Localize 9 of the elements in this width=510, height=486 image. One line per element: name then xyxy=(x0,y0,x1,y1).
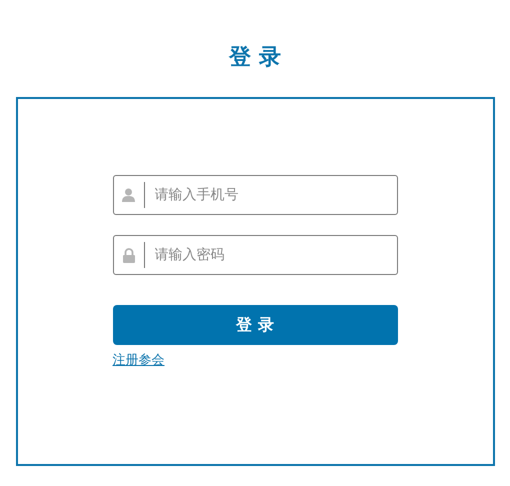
phone-input[interactable]: 请输入手机号 xyxy=(144,177,396,213)
password-input[interactable]: 请输入密码 xyxy=(144,237,396,273)
password-field[interactable]: 请输入密码 xyxy=(112,235,398,275)
phone-field[interactable]: 请输入手机号 xyxy=(112,175,398,215)
login-button[interactable]: 登 录 xyxy=(112,305,398,345)
register-link[interactable]: 注册参会 xyxy=(112,351,164,369)
user-icon xyxy=(122,188,135,202)
lock-icon xyxy=(122,248,134,262)
page-title: 登 录 xyxy=(229,44,281,72)
